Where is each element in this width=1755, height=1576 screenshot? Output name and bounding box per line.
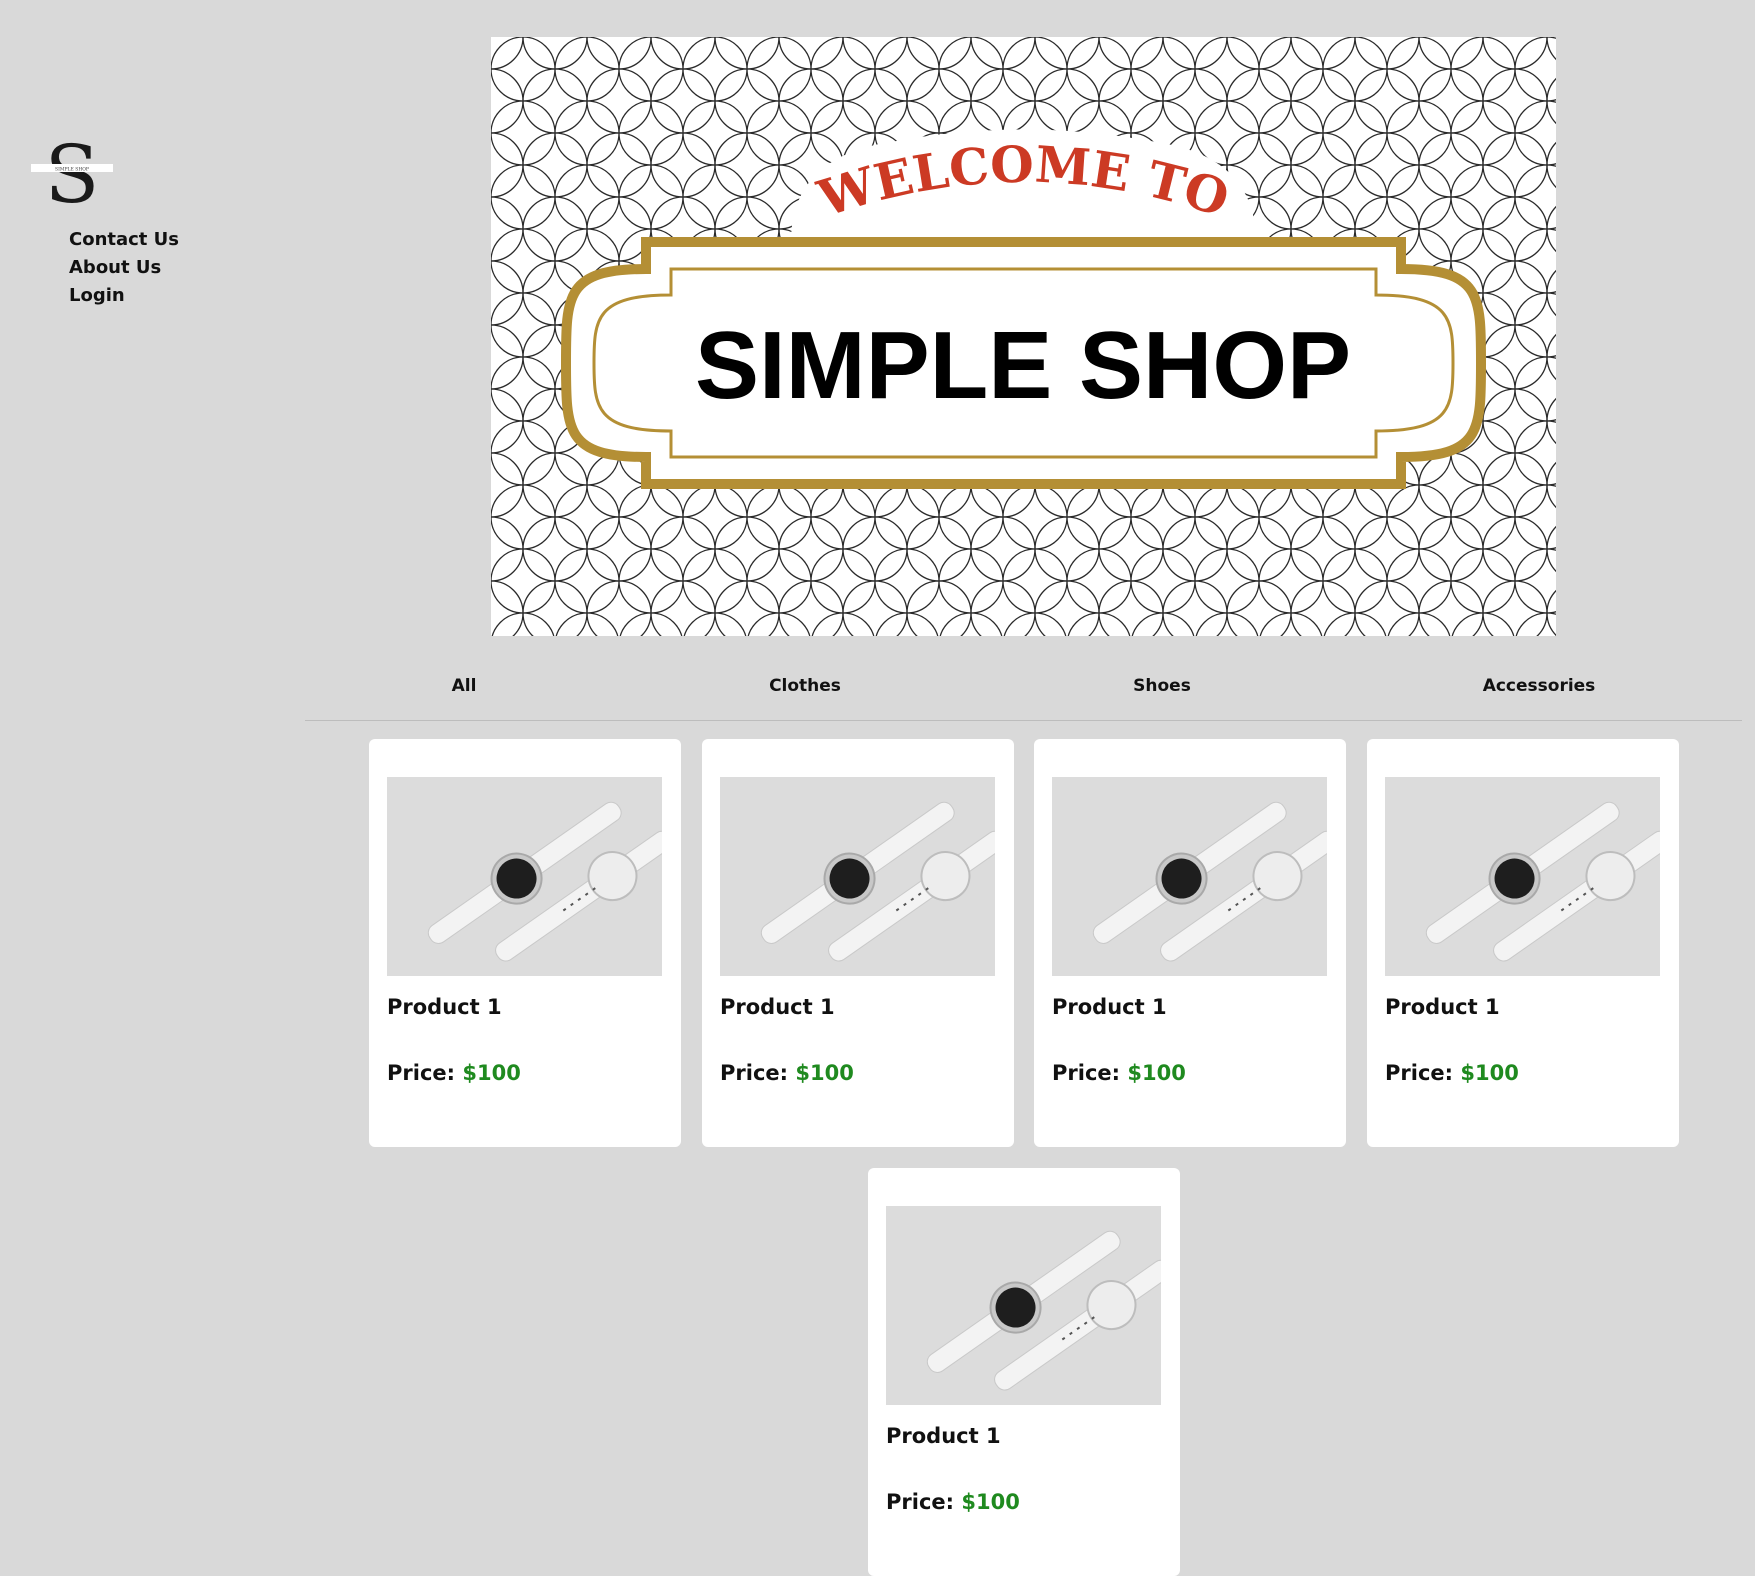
product-price: Price: $100 xyxy=(387,1061,521,1085)
nav-about-us[interactable]: About Us xyxy=(69,254,179,282)
nav-login[interactable]: Login xyxy=(69,282,179,310)
price-label: Price: xyxy=(720,1061,789,1085)
brand-logo[interactable]: S SIMPLE SHOP xyxy=(31,132,113,212)
product-card[interactable]: Product 1 Price: $100 xyxy=(702,739,1014,1147)
sidebar-nav: Contact Us About Us Login xyxy=(69,226,179,310)
tab-clothes[interactable]: Clothes xyxy=(769,676,841,696)
price-label: Price: xyxy=(1385,1061,1454,1085)
product-card[interactable]: Product 1 Price: $100 xyxy=(1034,739,1346,1147)
price-value: $100 xyxy=(1127,1061,1186,1085)
product-image[interactable] xyxy=(1385,777,1660,976)
price-value: $100 xyxy=(462,1061,521,1085)
product-price: Price: $100 xyxy=(1052,1061,1186,1085)
product-image[interactable] xyxy=(886,1206,1161,1405)
product-name: Product 1 xyxy=(886,1424,1001,1448)
product-name: Product 1 xyxy=(720,995,835,1019)
product-card[interactable]: Product 1 Price: $100 xyxy=(868,1168,1180,1576)
product-name: Product 1 xyxy=(1052,995,1167,1019)
price-value: $100 xyxy=(1460,1061,1519,1085)
price-value: $100 xyxy=(961,1490,1020,1514)
tab-all[interactable]: All xyxy=(452,676,477,696)
tab-shoes[interactable]: Shoes xyxy=(1133,676,1191,696)
nav-contact-us[interactable]: Contact Us xyxy=(69,226,179,254)
product-price: Price: $100 xyxy=(1385,1061,1519,1085)
tab-accessories[interactable]: Accessories xyxy=(1483,676,1596,696)
price-label: Price: xyxy=(1052,1061,1121,1085)
product-card[interactable]: Product 1 Price: $100 xyxy=(1367,739,1679,1147)
product-name: Product 1 xyxy=(1385,995,1500,1019)
price-label: Price: xyxy=(387,1061,456,1085)
product-image[interactable] xyxy=(1052,777,1327,976)
logo-caption: SIMPLE SHOP xyxy=(55,167,89,173)
banner-shop-name: SIMPLE SHOP xyxy=(695,312,1351,419)
hero-banner: WELCOME TO SIMPLE SHOP xyxy=(491,37,1556,636)
price-label: Price: xyxy=(886,1490,955,1514)
product-image[interactable] xyxy=(720,777,995,976)
product-price: Price: $100 xyxy=(886,1490,1020,1514)
product-price: Price: $100 xyxy=(720,1061,854,1085)
product-card[interactable]: Product 1 Price: $100 xyxy=(369,739,681,1147)
category-tabs: All Clothes Shoes Accessories xyxy=(305,660,1742,721)
product-name: Product 1 xyxy=(387,995,502,1019)
product-image[interactable] xyxy=(387,777,662,976)
price-value: $100 xyxy=(795,1061,854,1085)
